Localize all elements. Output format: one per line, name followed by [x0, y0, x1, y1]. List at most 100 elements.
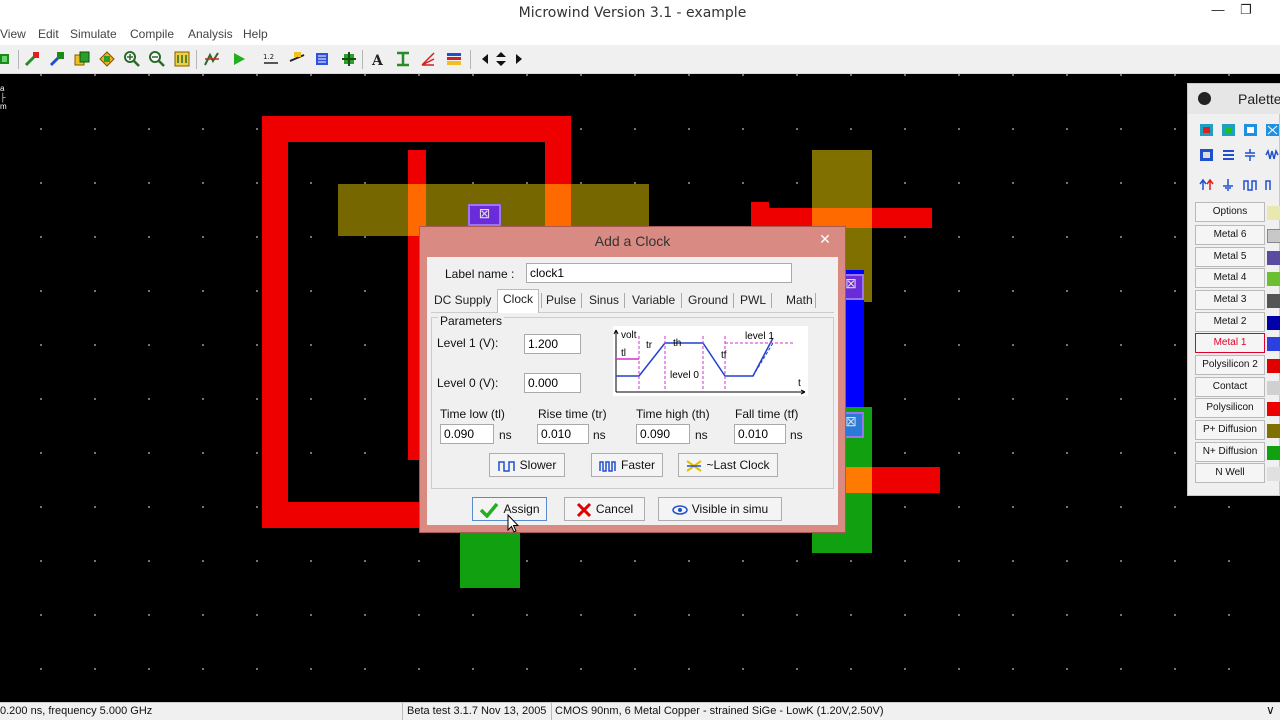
last-clock-icon [686, 460, 703, 472]
draw-box-icon[interactable] [24, 51, 40, 67]
label-name-label: Label name : [445, 267, 515, 281]
compile-icon[interactable] [341, 51, 357, 67]
palette-contact[interactable]: Contact [1195, 377, 1265, 397]
swatch-metal-5 [1267, 251, 1280, 265]
fall-time-input[interactable]: 0.010 [734, 424, 786, 444]
time-high-input[interactable]: 0.090 [636, 424, 690, 444]
menu-edit[interactable]: Edit [38, 27, 59, 41]
clock-icon[interactable] [1243, 178, 1258, 192]
tab-clock[interactable]: Clock [497, 289, 540, 313]
view-all-icon[interactable] [174, 51, 190, 67]
mos-icon[interactable] [314, 51, 330, 67]
palette-polysilicon-2[interactable]: Polysilicon 2 [1195, 355, 1265, 375]
cross-section-icon[interactable] [395, 51, 411, 67]
palette-n-diffusion[interactable]: N+ Diffusion [1195, 442, 1265, 462]
close-icon[interactable]: ✕ [815, 231, 835, 249]
tab-bar: DC Supply Clock Pulse Sinus Variable Gro… [431, 289, 834, 313]
draw-wire-icon[interactable] [49, 51, 65, 67]
process-icon[interactable] [446, 51, 462, 67]
pan-vertical-icon[interactable] [493, 51, 509, 67]
palette-options[interactable]: Options [1195, 202, 1265, 222]
time-low-unit: ns [499, 428, 512, 442]
simulate-icon[interactable] [204, 51, 220, 67]
tab-pwl[interactable]: PWL [737, 293, 769, 307]
palette-n-well[interactable]: N Well [1195, 463, 1265, 483]
palette-metal-3[interactable]: Metal 3 [1195, 290, 1265, 310]
pan-right-icon[interactable] [510, 51, 526, 67]
layout-icon[interactable] [0, 51, 16, 67]
minimize-icon[interactable]: — [1208, 2, 1228, 22]
poly-left [262, 116, 288, 528]
rise-time-input[interactable]: 0.010 [537, 424, 589, 444]
vss-icon[interactable] [1221, 178, 1236, 192]
palette-polysilicon[interactable]: Polysilicon [1195, 398, 1265, 418]
move-icon[interactable] [99, 51, 115, 67]
tab-dc-supply[interactable]: DC Supply [431, 293, 494, 307]
pan-left-icon[interactable] [478, 51, 494, 67]
palette-metal-4[interactable]: Metal 4 [1195, 268, 1265, 288]
poly-bottom [262, 502, 422, 528]
tab-ground[interactable]: Ground [685, 293, 731, 307]
slower-button[interactable]: Slower [489, 453, 565, 477]
text-icon[interactable]: A [370, 51, 386, 67]
menu-bar: View Edit Simulate Compile Analysis Help [0, 26, 1280, 45]
diagram-tl-label: tl [621, 348, 626, 359]
time-high-unit: ns [695, 428, 708, 442]
contact-icon[interactable] [1243, 123, 1258, 137]
tab-variable[interactable]: Variable [629, 293, 678, 307]
time-low-input[interactable]: 0.090 [440, 424, 494, 444]
svg-text:A: A [371, 53, 384, 67]
ball-icon [1198, 92, 1211, 105]
bus-icon[interactable] [1221, 148, 1236, 162]
visible-in-simu-button[interactable]: Visible in simu [658, 497, 782, 521]
nmos-icon[interactable] [1199, 123, 1214, 137]
pulse-icon[interactable] [1265, 178, 1280, 192]
tab-pulse[interactable]: Pulse [543, 293, 579, 307]
rise-time-unit: ns [593, 428, 606, 442]
window-title: Microwind Version 3.1 - example [518, 5, 747, 21]
palette-metal-2[interactable]: Metal 2 [1195, 312, 1265, 332]
tab-math[interactable]: Math [783, 293, 816, 307]
via-icon[interactable] [1265, 123, 1280, 137]
menu-help[interactable]: Help [243, 27, 268, 41]
cancel-button[interactable]: Cancel [564, 497, 645, 521]
resistor-icon[interactable] [1265, 148, 1280, 162]
tab-sinus[interactable]: Sinus [586, 293, 622, 307]
palette-header: Palette [1188, 84, 1280, 114]
swatch-metal-3 [1267, 294, 1280, 308]
faster-button[interactable]: Faster [591, 453, 663, 477]
measure-icon[interactable]: 1.2 [263, 51, 279, 67]
swatch-polysilicon [1267, 402, 1280, 416]
level1-input[interactable]: 1.200 [524, 334, 581, 354]
palette-p-diffusion[interactable]: P+ Diffusion [1195, 420, 1265, 440]
vdd-icon[interactable] [1199, 178, 1214, 192]
palette-metal-1[interactable]: Metal 1 [1195, 333, 1265, 353]
diagram-tr-label: tr [646, 340, 653, 351]
curve-icon[interactable] [420, 51, 436, 67]
clock-tool-icon[interactable] [289, 51, 305, 67]
palette-metal-5[interactable]: Metal 5 [1195, 247, 1265, 267]
menu-compile[interactable]: Compile [130, 27, 174, 41]
menu-analysis[interactable]: Analysis [188, 27, 233, 41]
status-technology: CMOS 90nm, 6 Metal Copper - strained SiG… [555, 705, 884, 717]
menu-view[interactable]: View [0, 27, 26, 41]
zoom-in-icon[interactable] [124, 51, 140, 67]
capacitor-icon[interactable] [1243, 148, 1258, 162]
pad-icon[interactable] [1199, 148, 1214, 162]
copy-icon[interactable] [74, 51, 90, 67]
level0-input[interactable]: 0.000 [524, 373, 581, 393]
pmos-icon[interactable] [1221, 123, 1236, 137]
diagram-tf-label: tf [721, 350, 727, 361]
run-icon[interactable] [231, 51, 247, 67]
last-clock-button[interactable]: ~Last Clock [678, 453, 778, 477]
swatch-metal-6 [1267, 229, 1280, 243]
label-name-input[interactable]: clock1 [526, 263, 792, 283]
swatch-metal-4 [1267, 272, 1280, 286]
swatch-contact [1267, 381, 1280, 395]
resize-grip-icon[interactable]: ∨ [1266, 703, 1275, 717]
swatch-p-diffusion [1267, 424, 1280, 438]
restore-icon[interactable]: ❐ [1236, 2, 1256, 22]
menu-simulate[interactable]: Simulate [70, 27, 117, 41]
palette-metal-6[interactable]: Metal 6 [1195, 225, 1265, 245]
zoom-out-icon[interactable] [149, 51, 165, 67]
